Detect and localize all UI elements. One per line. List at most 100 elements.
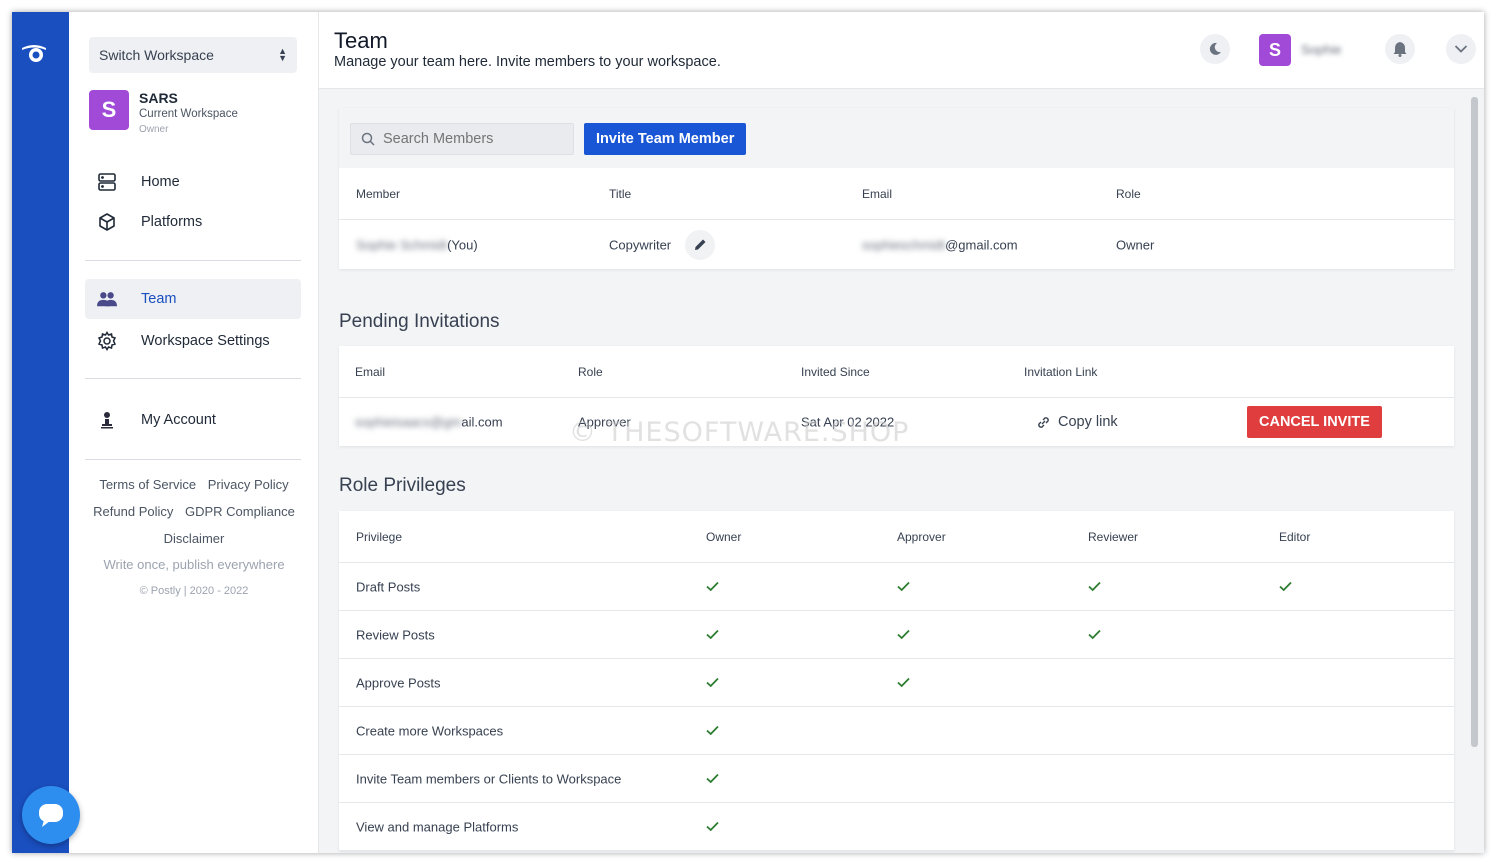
member-you-label: (You) <box>447 237 478 252</box>
member-name: Sophie Schmidt(You) <box>356 237 478 252</box>
person-icon <box>97 410 117 430</box>
check-icon <box>897 627 910 643</box>
footer-links-row: Disclaimer <box>69 531 319 546</box>
users-icon <box>97 289 117 309</box>
email-domain: @gmail.com <box>945 237 1018 252</box>
postly-logo-icon[interactable] <box>20 44 48 64</box>
sidebar-item-my-account[interactable]: My Account <box>85 400 301 440</box>
sidebar-item-label: Team <box>141 291 177 307</box>
privilege-name: Invite Team members or Clients to Worksp… <box>356 771 622 786</box>
app-window: Switch Workspace ▲ ▼ S SARS Current Works… <box>12 12 1484 853</box>
invite-team-member-button[interactable]: Invite Team Member <box>584 123 747 155</box>
workspace-switch-label: Switch Workspace <box>99 47 214 63</box>
main-content: Invite Team Member Member Title Email Ro… <box>319 89 1484 853</box>
cancel-invite-button[interactable]: CANCEL INVITE <box>1247 406 1382 438</box>
user-name[interactable]: Sophie <box>1301 42 1341 57</box>
app-rail <box>12 12 69 853</box>
member-role: Owner <box>1116 237 1155 252</box>
sidebar-item-label: Platforms <box>141 214 203 230</box>
dark-mode-toggle[interactable] <box>1200 34 1230 64</box>
sidebar-item-home[interactable]: Home <box>85 162 301 202</box>
pending-table-header: Email Role Invited Since Invitation Link <box>339 346 1454 398</box>
terms-link[interactable]: Terms of Service <box>99 477 196 492</box>
column-header: Email <box>862 186 893 201</box>
table-row: Create more Workspaces <box>339 707 1454 755</box>
column-header: Role <box>578 364 603 379</box>
table-row: Sophie Schmidt(You) Copywriter sophiesch… <box>339 220 1454 269</box>
column-header: Privilege <box>356 529 403 544</box>
privilege-name: View and manage Platforms <box>356 819 519 834</box>
copy-link-label: Copy link <box>1058 414 1118 430</box>
sidebar: Switch Workspace ▲ ▼ S SARS Current Works… <box>69 12 319 853</box>
email-domain: ail.com <box>461 414 503 430</box>
sidebar-item-label: My Account <box>141 412 216 428</box>
check-icon <box>706 627 719 643</box>
notifications-button[interactable] <box>1385 34 1415 64</box>
invite-date: Sat Apr 02 2022 <box>801 414 895 430</box>
pencil-icon <box>694 239 705 250</box>
check-icon <box>706 675 719 691</box>
table-row: Approve Posts <box>339 659 1454 707</box>
chevron-down-icon <box>1454 45 1468 53</box>
search-icon <box>361 132 375 146</box>
invite-email: sophieisaacs@gmail.com <box>355 415 503 430</box>
scrollbar[interactable] <box>1471 97 1478 747</box>
check-icon <box>897 579 910 595</box>
user-menu-button[interactable] <box>1446 34 1476 64</box>
invite-role: Approver <box>578 414 631 430</box>
link-icon <box>1038 416 1049 428</box>
check-icon <box>897 675 910 691</box>
sidebar-item-workspace-settings[interactable]: Workspace Settings <box>85 321 301 361</box>
tagline: Write once, publish everywhere <box>103 557 285 572</box>
privacy-link[interactable]: Privacy Policy <box>208 477 289 492</box>
column-header: Approver <box>897 529 946 544</box>
sidebar-item-team[interactable]: Team <box>85 279 301 319</box>
column-header: Invited Since <box>801 364 870 379</box>
role-privileges-title: Role Privileges <box>339 475 466 496</box>
column-header: Editor <box>1279 529 1311 544</box>
copy-link-button[interactable]: Copy link <box>1036 414 1118 430</box>
workspace-avatar: S <box>89 90 129 130</box>
current-workspace: S SARS Current Workspace Owner <box>89 90 238 137</box>
privilege-name: Draft Posts <box>356 579 421 594</box>
check-icon <box>1088 627 1101 643</box>
workspace-name: SARS <box>139 90 178 106</box>
table-row: Review Posts <box>339 611 1454 659</box>
search-input[interactable] <box>383 131 563 147</box>
page-subtitle: Manage your team here. Invite members to… <box>334 54 721 70</box>
sidebar-item-label: Home <box>141 174 180 190</box>
workspace-switch-select[interactable]: Switch Workspace ▲ ▼ <box>89 37 297 73</box>
privileges-rows: Draft Posts Review Posts Approve Posts Crea… <box>339 563 1454 851</box>
avatar[interactable]: S <box>1259 34 1291 66</box>
bell-icon <box>1393 42 1407 57</box>
privileges-table-header: Privilege Owner Approver Reviewer Editor <box>339 511 1454 563</box>
page-header: Team Manage your team here. Invite membe… <box>319 12 1484 89</box>
check-icon <box>706 819 719 835</box>
column-header: Owner <box>706 529 742 544</box>
sidebar-item-platforms[interactable]: Platforms <box>85 202 301 242</box>
check-icon <box>706 723 719 739</box>
edit-title-button[interactable] <box>685 229 715 260</box>
search-field[interactable] <box>350 123 574 155</box>
privilege-name: Approve Posts <box>356 675 441 690</box>
disclaimer-link[interactable]: Disclaimer <box>164 531 225 546</box>
redacted-text: sophieisaacs@gm <box>355 414 462 430</box>
copyright: © Postly | 2020 - 2022 <box>139 585 249 597</box>
select-arrows-icon: ▲ ▼ <box>278 46 287 63</box>
gdpr-link[interactable]: GDPR Compliance <box>185 504 295 519</box>
sidebar-item-label: Workspace Settings <box>141 333 270 349</box>
footer-links-row: Terms of Service Privacy Policy <box>69 477 319 492</box>
chat-support-icon[interactable] <box>22 786 80 844</box>
table-row: View and manage Platforms <box>339 803 1454 851</box>
members-toolbar: Invite Team Member <box>339 108 1454 168</box>
role-privileges-card: Privilege Owner Approver Reviewer Editor… <box>339 511 1454 851</box>
table-row: Draft Posts <box>339 563 1454 611</box>
cube-icon <box>97 212 117 232</box>
column-header: Title <box>609 186 632 201</box>
check-icon <box>706 771 719 787</box>
members-table-header: Member Title Email Role <box>339 168 1454 220</box>
column-header: Email <box>355 364 386 379</box>
sidebar-divider <box>85 260 301 261</box>
workspace-role: Owner <box>139 124 169 135</box>
refund-link[interactable]: Refund Policy <box>93 504 173 519</box>
